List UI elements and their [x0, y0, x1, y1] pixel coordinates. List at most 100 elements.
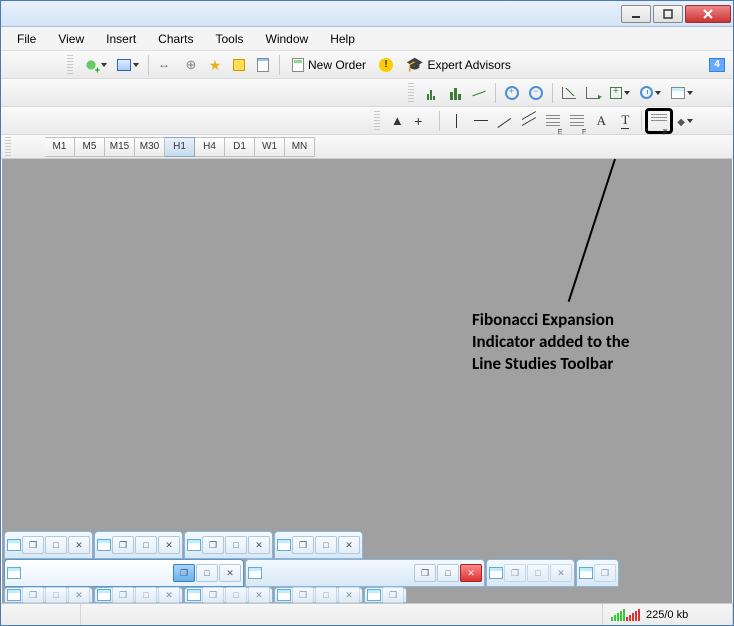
maximize-icon[interactable]: □: [225, 536, 247, 554]
maximize-icon[interactable]: □: [45, 587, 67, 603]
close-icon[interactable]: ✕: [68, 536, 90, 554]
expert-advisors-button[interactable]: 🎓Expert Advisors: [399, 54, 518, 76]
close-icon[interactable]: ✕: [68, 587, 90, 603]
text-label-button[interactable]: T: [614, 110, 636, 132]
line-chart-button[interactable]: [468, 82, 490, 104]
menu-insert[interactable]: Insert: [96, 29, 146, 49]
menu-view[interactable]: View: [48, 29, 94, 49]
maximize-icon[interactable]: □: [437, 564, 459, 582]
bar-chart-button[interactable]: [420, 82, 442, 104]
child-window[interactable]: ❐ □ ✕: [94, 531, 183, 559]
close-button[interactable]: [685, 5, 731, 23]
child-window[interactable]: ❐ □ ✕: [184, 531, 273, 559]
maximize-icon[interactable]: □: [45, 536, 67, 554]
maximize-icon[interactable]: □: [315, 536, 337, 554]
menu-charts[interactable]: Charts: [148, 29, 203, 49]
menu-file[interactable]: File: [7, 29, 46, 49]
strategy-tester-button[interactable]: [252, 54, 274, 76]
notifications-button[interactable]: 4: [705, 54, 729, 76]
restore-icon[interactable]: ❐: [22, 536, 44, 554]
equidistant-channel-button[interactable]: [518, 110, 540, 132]
restore-icon[interactable]: ❐: [22, 587, 44, 603]
indicators-button[interactable]: [606, 82, 634, 104]
maximize-icon[interactable]: □: [527, 564, 549, 582]
chart-shift-button[interactable]: [582, 82, 604, 104]
terminal-button[interactable]: [228, 54, 250, 76]
fibonacci-expansion-button[interactable]: F: [647, 110, 671, 132]
timeframe-h4[interactable]: H4: [195, 137, 225, 157]
maximize-icon[interactable]: □: [196, 564, 218, 582]
vertical-line-button[interactable]: [445, 110, 468, 132]
menu-help[interactable]: Help: [320, 29, 365, 49]
zoom-out-button[interactable]: [525, 82, 547, 104]
horizontal-line-button[interactable]: [470, 110, 492, 132]
restore-icon[interactable]: ❐: [173, 564, 195, 582]
child-window-active[interactable]: ❐ □ ✕: [4, 559, 244, 587]
close-icon[interactable]: ✕: [338, 587, 360, 603]
meta-editor-button[interactable]: !: [375, 54, 397, 76]
child-window[interactable]: ❐ □ ✕: [94, 587, 183, 603]
menu-tools[interactable]: Tools: [206, 29, 254, 49]
restore-icon[interactable]: ❐: [202, 587, 224, 603]
restore-icon[interactable]: ❐: [382, 587, 404, 603]
close-icon[interactable]: ✕: [219, 564, 241, 582]
restore-icon[interactable]: ❐: [504, 564, 526, 582]
child-window[interactable]: ❐ □ ✕: [4, 587, 93, 603]
templates-button[interactable]: [667, 82, 697, 104]
close-icon[interactable]: ✕: [248, 587, 270, 603]
restore-icon[interactable]: ❐: [594, 564, 616, 582]
cursor-button[interactable]: ▲: [386, 110, 408, 132]
status-connection[interactable]: 225/0 kb: [603, 604, 733, 625]
market-watch-button[interactable]: [154, 54, 178, 76]
maximize-icon[interactable]: □: [135, 536, 157, 554]
toolbar-grip[interactable]: [67, 55, 73, 75]
restore-icon[interactable]: ❐: [292, 536, 314, 554]
crosshair-button[interactable]: [410, 110, 434, 132]
minimize-button[interactable]: [621, 5, 651, 23]
zoom-in-button[interactable]: [501, 82, 523, 104]
menu-window[interactable]: Window: [256, 29, 319, 49]
restore-icon[interactable]: ❐: [414, 564, 436, 582]
close-icon[interactable]: ✕: [338, 536, 360, 554]
toolbar-grip[interactable]: [5, 137, 11, 157]
child-window[interactable]: ❐: [364, 587, 407, 603]
close-icon[interactable]: ✕: [460, 564, 482, 582]
shapes-button[interactable]: [673, 110, 697, 132]
child-window[interactable]: ❐ □ ✕: [245, 559, 485, 587]
close-icon[interactable]: ✕: [158, 587, 180, 603]
profiles-button[interactable]: [113, 54, 143, 76]
timeframe-m15[interactable]: M15: [105, 137, 135, 157]
text-button[interactable]: A: [590, 110, 612, 132]
new-chart-button[interactable]: [79, 54, 111, 76]
timeframe-m5[interactable]: M5: [75, 137, 105, 157]
data-window-button[interactable]: ★: [204, 54, 226, 76]
timeframe-d1[interactable]: D1: [225, 137, 255, 157]
toolbar-grip[interactable]: [408, 83, 414, 103]
child-window[interactable]: ❐ □ ✕: [274, 587, 363, 603]
new-order-button[interactable]: New Order: [285, 54, 373, 76]
timeframe-m30[interactable]: M30: [135, 137, 165, 157]
child-window[interactable]: ❐ □ ✕: [4, 531, 93, 559]
close-icon[interactable]: ✕: [550, 564, 572, 582]
timeframe-mn[interactable]: MN: [285, 137, 315, 157]
fibonacci-channel-button[interactable]: F: [566, 110, 588, 132]
child-window[interactable]: ❐ □ ✕: [486, 559, 575, 587]
trendline-button[interactable]: [494, 110, 516, 132]
child-window[interactable]: ❐ □ ✕: [274, 531, 363, 559]
maximize-icon[interactable]: □: [315, 587, 337, 603]
child-window[interactable]: ❐ □ ✕: [184, 587, 273, 603]
restore-icon[interactable]: ❐: [112, 587, 134, 603]
candlestick-button[interactable]: [444, 82, 466, 104]
child-window[interactable]: ❐: [576, 559, 619, 587]
toolbar-grip[interactable]: [374, 111, 380, 131]
timeframe-m1[interactable]: M1: [45, 137, 75, 157]
timeframe-h1[interactable]: H1: [165, 137, 195, 157]
auto-scroll-button[interactable]: [558, 82, 580, 104]
timeframe-w1[interactable]: W1: [255, 137, 285, 157]
fibonacci-retracement-button[interactable]: E: [542, 110, 564, 132]
close-icon[interactable]: ✕: [158, 536, 180, 554]
periodicity-button[interactable]: [636, 82, 665, 104]
close-icon[interactable]: ✕: [248, 536, 270, 554]
maximize-icon[interactable]: □: [225, 587, 247, 603]
restore-icon[interactable]: ❐: [112, 536, 134, 554]
